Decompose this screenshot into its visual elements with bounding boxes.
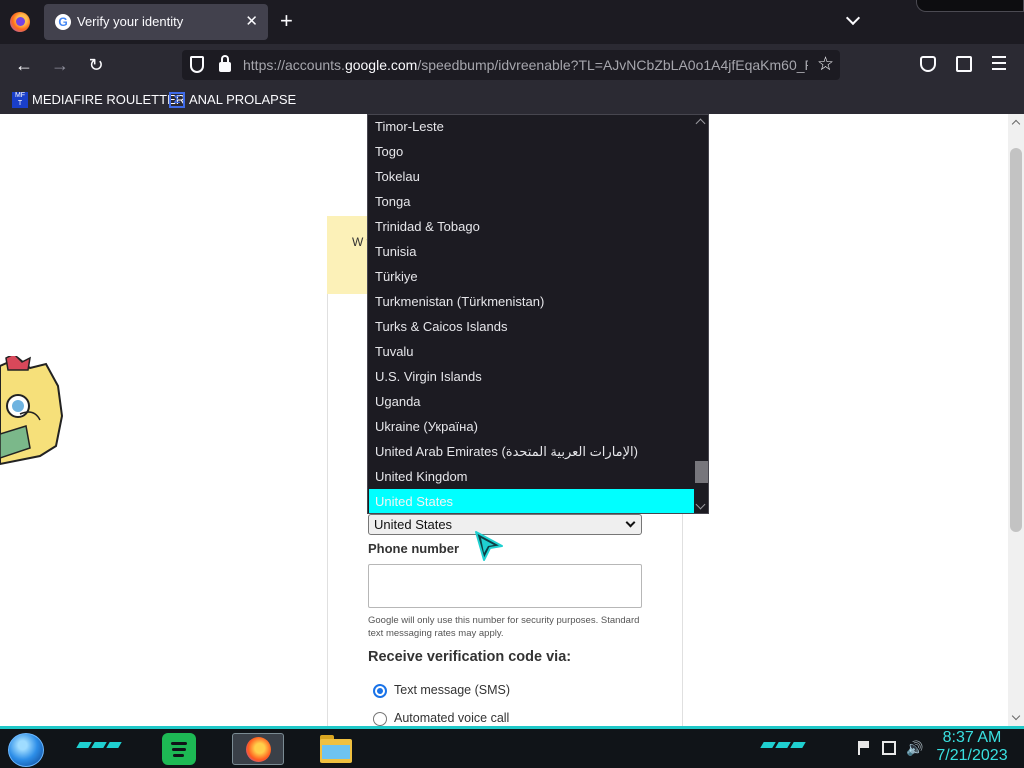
pocket-icon[interactable] bbox=[920, 56, 936, 72]
scroll-up-arrow-icon[interactable] bbox=[1011, 119, 1021, 129]
country-option[interactable]: United Arab Emirates (الإمارات العربية ا… bbox=[369, 439, 694, 464]
bookmark-mediafire-rouletter[interactable]: MF T MEDIAFIRE ROULETTER bbox=[12, 91, 185, 109]
country-option[interactable]: Togo bbox=[369, 139, 694, 164]
start-orb-button[interactable] bbox=[8, 733, 44, 767]
url-text[interactable]: https://accounts.google.com/speedbump/id… bbox=[243, 57, 808, 73]
dropdown-scrollbar[interactable] bbox=[694, 115, 708, 513]
navigation-toolbar: ← → ↻ https://accounts.google.com/speedb… bbox=[0, 44, 1024, 86]
back-arrow-icon[interactable]: ← bbox=[11, 52, 37, 78]
decor-dash bbox=[775, 742, 791, 748]
decor-dash bbox=[91, 742, 107, 748]
bookmarks-toolbar: MF T MEDIAFIRE ROULETTER Σ ANAL PROLAPSE bbox=[0, 86, 1024, 114]
country-option[interactable]: Timor-Leste bbox=[369, 115, 694, 139]
sms-option[interactable]: Text message (SMS) bbox=[373, 683, 533, 701]
action-center-flag-icon[interactable] bbox=[858, 741, 870, 755]
firefox-icon bbox=[246, 737, 271, 762]
system-clock[interactable]: 8:37 AM 7/21/2023 bbox=[932, 729, 1012, 765]
clock-time: 8:37 AM bbox=[942, 729, 1002, 746]
phone-number-input[interactable] bbox=[368, 564, 642, 608]
verify-method-heading: Receive verification code via: bbox=[368, 649, 572, 665]
country-option[interactable]: Trinidad & Tobago bbox=[369, 214, 694, 239]
chevron-down-icon bbox=[625, 517, 636, 528]
country-option[interactable]: United States bbox=[369, 489, 694, 513]
spotify-taskbar-icon[interactable] bbox=[162, 733, 196, 765]
phone-note: Google will only use this number for sec… bbox=[368, 615, 640, 639]
volume-icon[interactable]: 🔊 bbox=[906, 740, 923, 757]
country-option[interactable]: Tonga bbox=[369, 189, 694, 214]
country-option[interactable]: Turkmenistan (Türkmenistan) bbox=[369, 289, 694, 314]
voice-call-option[interactable]: Automated voice call bbox=[373, 711, 533, 726]
network-icon[interactable] bbox=[882, 741, 896, 755]
google-favicon-icon: G bbox=[55, 14, 71, 30]
theme-decoration bbox=[916, 0, 1024, 12]
list-all-tabs-icon[interactable] bbox=[846, 12, 860, 26]
country-dropdown-list[interactable]: Timor-Leste Togo Tokelau Tonga Trinidad & To… bbox=[367, 114, 709, 514]
mascot-sticker bbox=[0, 356, 64, 466]
firefox-taskbar-button[interactable] bbox=[232, 733, 284, 765]
tab-verify-identity[interactable]: G Verify your identity ✕ bbox=[44, 4, 268, 40]
country-option[interactable]: United Kingdom bbox=[369, 464, 694, 489]
mediafire-favicon-icon: MF T bbox=[12, 92, 28, 108]
dropdown-scrollbar-thumb[interactable] bbox=[695, 461, 708, 483]
decor-dash bbox=[790, 742, 806, 748]
country-option[interactable]: Tunisia bbox=[369, 239, 694, 264]
bookmark-anal-prolapse[interactable]: Σ ANAL PROLAPSE bbox=[169, 91, 296, 109]
phone-number-label: Phone number bbox=[368, 541, 460, 556]
taskbar: 🔊 8:37 AM 7/21/2023 bbox=[0, 726, 1024, 768]
forward-arrow-icon[interactable]: → bbox=[47, 52, 73, 78]
page-scrollbar[interactable] bbox=[1008, 114, 1024, 726]
address-bar[interactable]: https://accounts.google.com/speedbump/id… bbox=[182, 50, 840, 80]
mouse-cursor-icon bbox=[475, 531, 503, 561]
sms-radio[interactable] bbox=[373, 684, 387, 698]
country-option[interactable]: Tokelau bbox=[369, 164, 694, 189]
country-option[interactable]: Tuvalu bbox=[369, 339, 694, 364]
country-option[interactable]: Turks & Caicos Islands bbox=[369, 314, 694, 339]
country-option[interactable]: Türkiye bbox=[369, 264, 694, 289]
clock-date: 7/21/2023 bbox=[936, 747, 1008, 764]
voice-call-radio[interactable] bbox=[373, 712, 387, 726]
bookmark-star-icon[interactable]: ☆ bbox=[817, 53, 834, 76]
file-explorer-taskbar-icon[interactable] bbox=[318, 733, 354, 765]
country-option[interactable]: Uganda bbox=[369, 389, 694, 414]
tracking-protection-shield-icon[interactable] bbox=[190, 56, 204, 73]
decor-dash bbox=[760, 742, 776, 748]
scroll-down-arrow-icon[interactable] bbox=[1011, 711, 1021, 721]
tab-close-icon[interactable]: ✕ bbox=[245, 12, 258, 30]
new-tab-button[interactable]: + bbox=[280, 10, 293, 32]
page-scrollbar-thumb[interactable] bbox=[1010, 148, 1022, 532]
decor-dash bbox=[106, 742, 122, 748]
firefox-logo-icon[interactable] bbox=[10, 12, 30, 32]
lock-icon[interactable] bbox=[219, 55, 231, 72]
hamburger-menu-icon[interactable] bbox=[992, 56, 1006, 70]
sigma-favicon-icon: Σ bbox=[169, 92, 185, 108]
tab-strip: G Verify your identity ✕ + bbox=[0, 0, 1024, 44]
country-option[interactable]: U.S. Virgin Islands bbox=[369, 364, 694, 389]
decor-dash bbox=[76, 742, 92, 748]
tab-title: Verify your identity bbox=[77, 14, 184, 29]
dropdown-scroll-up-icon[interactable] bbox=[695, 118, 706, 129]
country-option[interactable]: Ukraine (Україна) bbox=[369, 414, 694, 439]
screen: G Verify your identity ✕ + ← → ↻ https:/… bbox=[0, 0, 1024, 768]
reload-icon[interactable]: ↻ bbox=[83, 52, 109, 78]
extensions-icon[interactable] bbox=[956, 56, 972, 72]
dropdown-scroll-down-icon[interactable] bbox=[695, 499, 706, 510]
